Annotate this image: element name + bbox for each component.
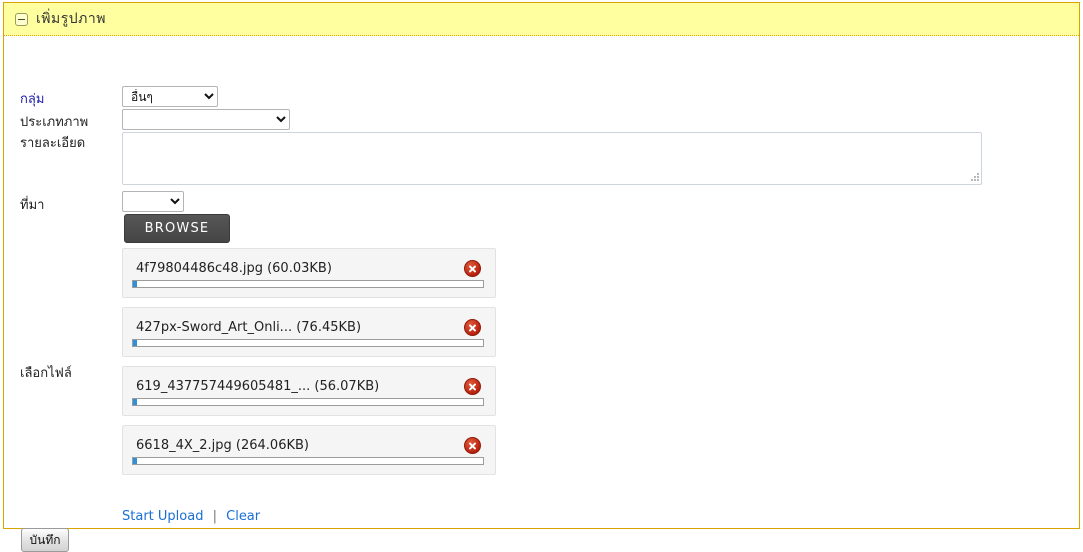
source-select[interactable]	[122, 191, 184, 212]
save-button[interactable]: บันทึก	[21, 528, 69, 552]
page-title: เพิ่มรูปภาพ	[36, 11, 106, 27]
progress-bar	[132, 280, 484, 288]
progress-fill	[133, 399, 137, 405]
progress-bar	[132, 398, 484, 406]
file-name: 619_437757449605481_... (56.07KB)	[136, 379, 380, 394]
label-detail: รายละเอียด	[20, 136, 86, 151]
group-select[interactable]: อื่นๆ	[122, 86, 218, 107]
label-select-file: เลือกไฟล์	[20, 366, 72, 381]
upload-actions: Start Upload | Clear	[122, 509, 260, 524]
file-name: 4f79804486c48.jpg (60.03KB)	[136, 261, 332, 276]
delete-circle-icon[interactable]	[464, 319, 481, 336]
detail-textarea[interactable]	[122, 132, 982, 185]
panel-header: เพิ่มรูปภาพ	[4, 3, 1079, 36]
delete-circle-icon[interactable]	[464, 260, 481, 277]
progress-fill	[133, 340, 137, 346]
file-name: 427px-Sword_Art_Onli... (76.45KB)	[136, 320, 362, 335]
label-group: กลุ่ม	[20, 92, 45, 107]
file-upload-list: 4f79804486c48.jpg (60.03KB) 427px-Sword_…	[122, 248, 496, 484]
form-body: กลุ่ม ประเภทภาพ รายละเอียด ที่มา เลือกไฟ…	[4, 36, 1079, 552]
delete-circle-icon[interactable]	[464, 437, 481, 454]
action-separator: |	[212, 509, 217, 524]
list-item: 619_437757449605481_... (56.07KB)	[122, 366, 496, 416]
start-upload-link[interactable]: Start Upload	[122, 509, 203, 524]
list-item: 4f79804486c48.jpg (60.03KB)	[122, 248, 496, 298]
list-item: 6618_4X_2.jpg (264.06KB)	[122, 425, 496, 475]
add-image-panel: เพิ่มรูปภาพ กลุ่ม ประเภทภาพ รายละเอียด ท…	[3, 2, 1080, 552]
clear-link[interactable]: Clear	[226, 509, 260, 524]
browse-button[interactable]: BROWSE	[124, 214, 230, 243]
progress-fill	[133, 281, 137, 287]
label-source: ที่มา	[20, 198, 45, 213]
progress-fill	[133, 458, 137, 464]
list-item: 427px-Sword_Art_Onli... (76.45KB)	[122, 307, 496, 357]
progress-bar	[132, 457, 484, 465]
file-name: 6618_4X_2.jpg (264.06KB)	[136, 438, 309, 453]
progress-bar	[132, 339, 484, 347]
minus-box-icon[interactable]	[15, 12, 28, 26]
image-type-select[interactable]	[122, 109, 290, 130]
delete-circle-icon[interactable]	[464, 378, 481, 395]
label-image-type: ประเภทภาพ	[20, 115, 89, 130]
